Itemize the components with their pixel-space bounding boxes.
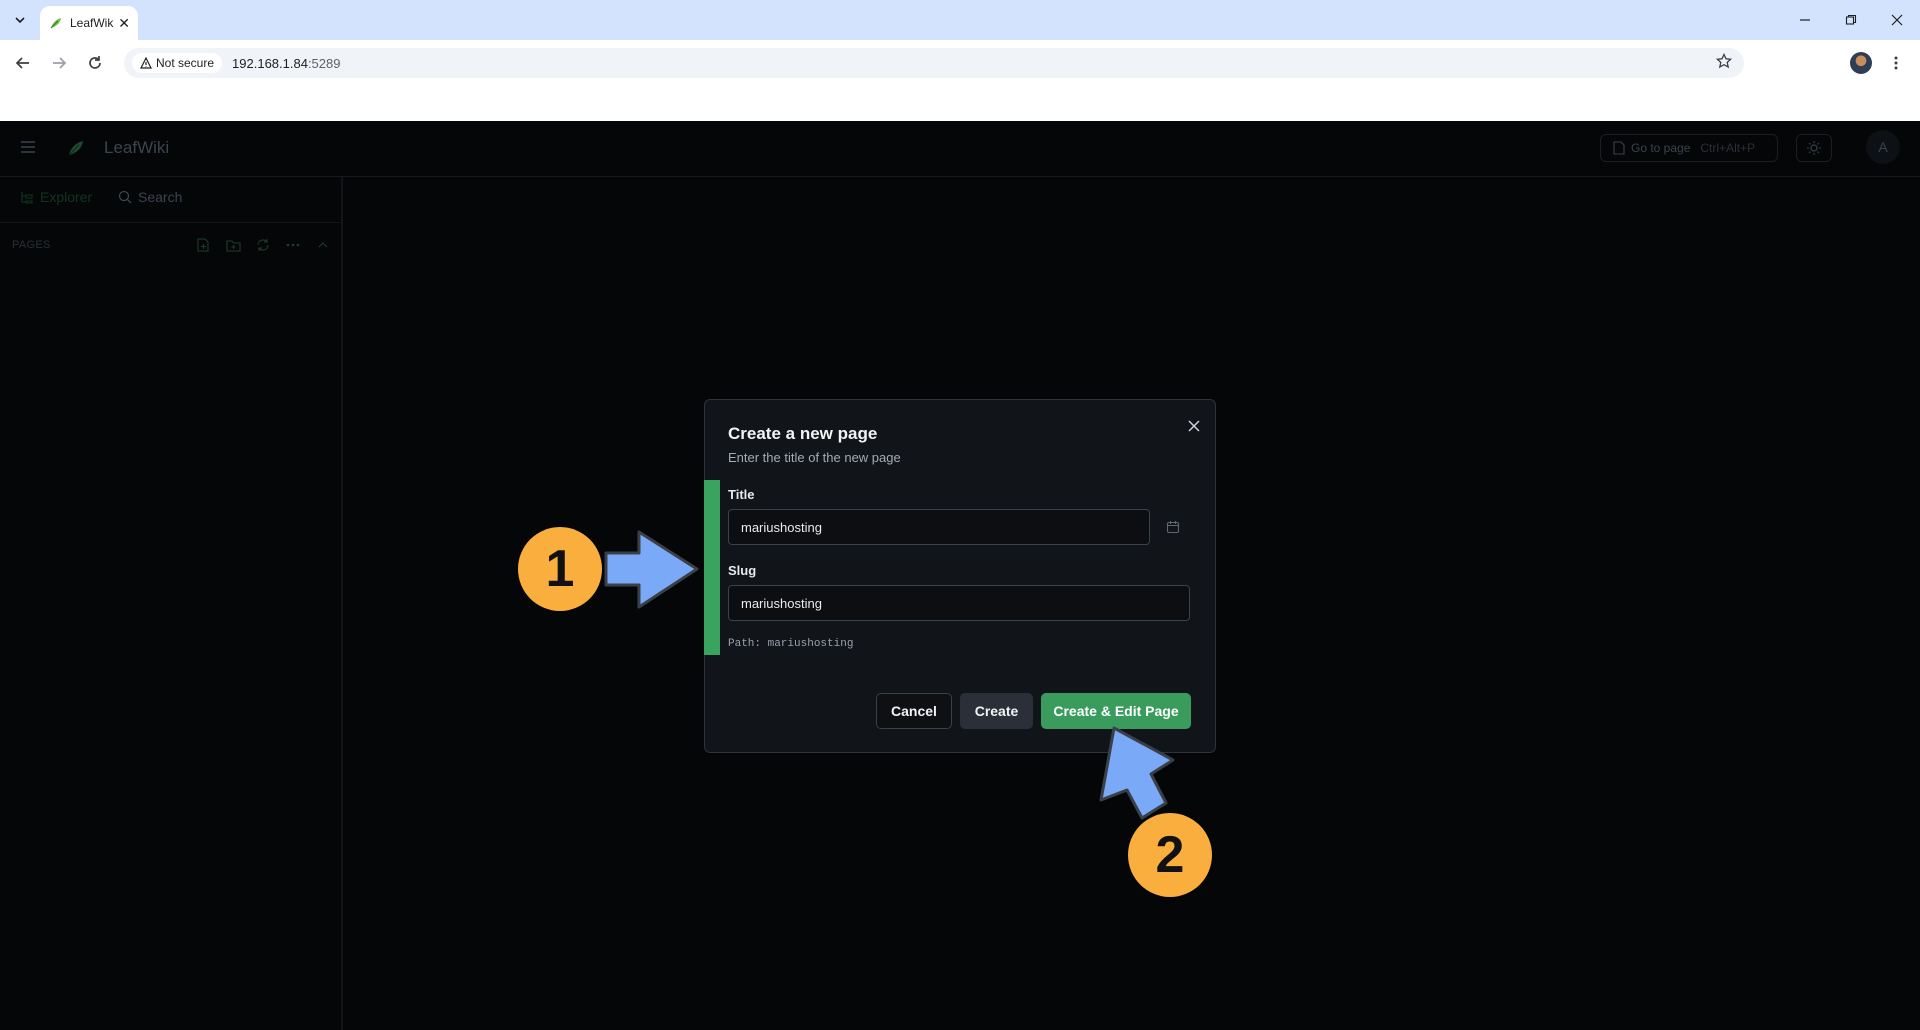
- arrow-2-icon: [1099, 726, 1175, 820]
- arrow-1-icon: [604, 530, 699, 609]
- step-badge-2: 2: [1128, 813, 1212, 897]
- annotation-arrows: [604, 530, 1175, 820]
- step-badge-1: 1: [518, 527, 602, 611]
